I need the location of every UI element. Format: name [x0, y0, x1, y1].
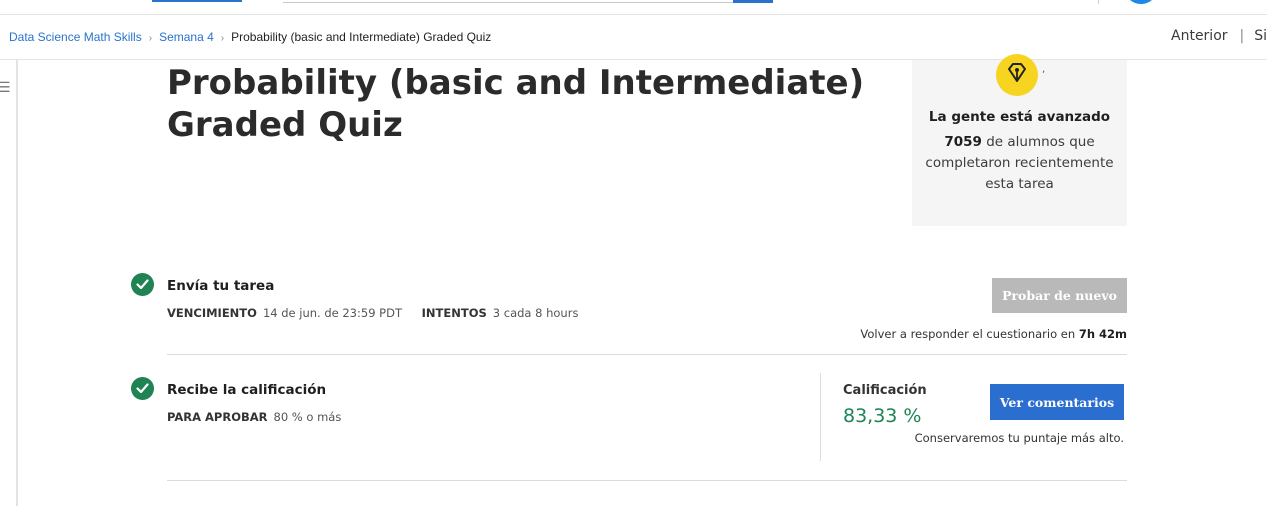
- grade-divider: [820, 373, 821, 461]
- page-title: Probability (basic and Intermediate) Gra…: [167, 63, 865, 145]
- breadcrumb-link-week[interactable]: Semana 4: [159, 30, 214, 44]
- avatar[interactable]: [1124, 0, 1158, 4]
- submit-step-title: Envía tu tarea: [167, 278, 275, 294]
- keep-highest-note: Conservaremos tu puntaje más alto.: [914, 431, 1124, 445]
- lightbulb-pen-icon: [996, 54, 1038, 96]
- retry-button[interactable]: Probar de nuevo: [992, 278, 1127, 313]
- learner-count: 7059: [944, 134, 982, 150]
- check-circle-icon: [131, 377, 154, 400]
- attempts-label: INTENTOS: [421, 306, 487, 320]
- view-feedback-button[interactable]: Ver comentarios: [990, 384, 1124, 420]
- header-divider: [1098, 0, 1099, 4]
- next-link[interactable]: Si: [1254, 28, 1267, 44]
- grade-label: Calificación: [843, 383, 927, 398]
- retry-note-text: Volver a responder el cuestionario en: [860, 327, 1076, 341]
- chevron-right-icon: ›: [220, 33, 225, 44]
- sidebar-edge: ☰: [0, 60, 18, 506]
- chevron-right-icon: ›: [148, 33, 153, 44]
- previous-link[interactable]: Anterior: [1171, 28, 1228, 44]
- due-value: 14 de jun. de 23:59 PDT: [262, 306, 402, 320]
- card-body: 7059 de alumnos que completaron reciente…: [922, 132, 1117, 195]
- breadcrumb-link-course[interactable]: Data Science Math Skills: [9, 30, 142, 44]
- breadcrumb-current: Probability (basic and Intermediate) Gra…: [231, 30, 492, 44]
- grade-value: 83,33 %: [843, 405, 922, 427]
- pass-label: PARA APROBAR: [167, 410, 268, 424]
- pass-value: 80 % o más: [273, 410, 342, 424]
- retry-note: Volver a responder el cuestionario en 7h…: [700, 327, 1127, 341]
- search-button[interactable]: [733, 0, 773, 3]
- submit-step-meta: VENCIMIENTO 14 de jun. de 23:59 PDT INTEN…: [167, 306, 578, 320]
- grade-step-title: Recibe la calificación: [167, 382, 327, 398]
- section-divider: [167, 354, 1127, 355]
- pager: Anterior | Si: [1171, 28, 1267, 44]
- top-header: [0, 0, 1267, 15]
- breadcrumb: Data Science Math Skills › Semana 4 › Probab…: [9, 30, 491, 44]
- grade-step-meta: PARA APROBAR 80 % o más: [167, 410, 341, 424]
- retry-time: 7h 42m: [1078, 327, 1127, 341]
- attempts-value: 3 cada 8 hours: [492, 306, 579, 320]
- card-heading: La gente está avanzado: [928, 109, 1111, 125]
- pager-divider: |: [1239, 28, 1245, 44]
- search-input[interactable]: [283, 0, 733, 3]
- nav-tab-indicator: [152, 0, 242, 2]
- menu-icon[interactable]: ☰: [0, 80, 11, 96]
- due-label: VENCIMIENTO: [167, 306, 257, 320]
- decorative-mark: ,: [1042, 64, 1046, 75]
- section-divider: [167, 480, 1127, 481]
- breadcrumb-bar: Data Science Math Skills › Semana 4 › Probab…: [0, 15, 1267, 60]
- progress-info-card: , La gente está avanzado 7059 de alumnos…: [912, 54, 1127, 226]
- check-circle-icon: [131, 273, 154, 296]
